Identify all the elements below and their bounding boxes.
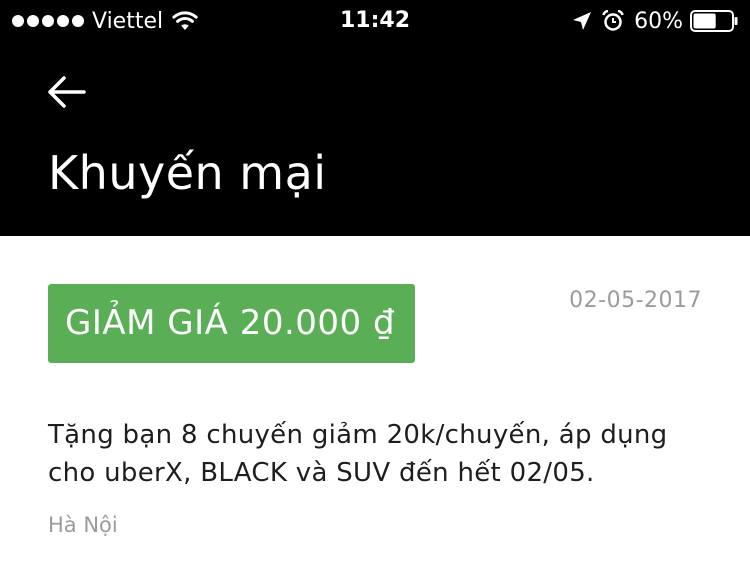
promo-description: Tặng bạn 8 chuyến giảm 20k/chuyến, áp dụ… xyxy=(48,420,668,488)
location-arrow-icon xyxy=(573,12,592,30)
promo-date: 02-05-2017 xyxy=(569,288,702,313)
battery-icon xyxy=(690,10,738,32)
battery-percentage: 60% xyxy=(634,8,683,34)
app-header: Viettel 11:42 60% Khuyến mại xyxy=(0,0,750,236)
page-title: Khuyến mại xyxy=(48,146,327,200)
alarm-icon xyxy=(602,10,624,31)
status-bar: Viettel 11:42 60% xyxy=(0,0,750,42)
promo-city: Hà Nội xyxy=(48,513,118,537)
promo-discount-badge: GIẢM GIÁ 20.000 ₫ xyxy=(48,284,415,363)
status-right: 60% xyxy=(572,5,738,37)
arrow-left-icon[interactable] xyxy=(44,72,88,112)
